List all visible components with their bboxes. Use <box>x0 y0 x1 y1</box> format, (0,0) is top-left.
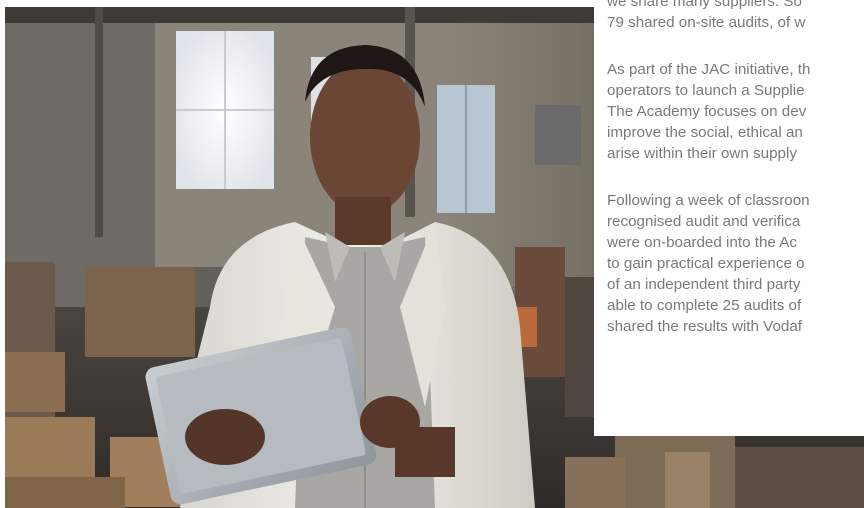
text-line: As part of the JAC initiative, th <box>607 61 811 78</box>
text-line: of an independent third party <box>607 276 801 293</box>
article-text-panel: we share many suppliers. So 79 shared on… <box>594 0 864 436</box>
text-line: 79 shared on-site audits, of w <box>607 14 806 31</box>
text-line: to gain practical experience o <box>607 255 805 272</box>
text-line: operators to launch a Supplie <box>607 82 805 99</box>
text-line: recognised audit and verifica <box>607 213 801 230</box>
text-line: arise within their own supply <box>607 145 797 162</box>
article-paragraph-1: we share many suppliers. So 79 shared on… <box>607 0 805 33</box>
article-paragraph-2: As part of the JAC initiative, th operat… <box>607 59 810 164</box>
text-line: improve the social, ethical an <box>607 124 803 141</box>
article-paragraph-3: Following a week of classroon recognised… <box>607 190 810 337</box>
text-line: Following a week of classroon <box>607 192 810 209</box>
text-line: were on-boarded into the Ac <box>607 234 797 251</box>
text-line: able to complete 25 audits of <box>607 297 802 314</box>
text-line: The Academy focuses on dev <box>607 103 807 120</box>
text-line: shared the results with Vodaf <box>607 318 803 335</box>
text-line: we share many suppliers. So <box>607 0 802 10</box>
